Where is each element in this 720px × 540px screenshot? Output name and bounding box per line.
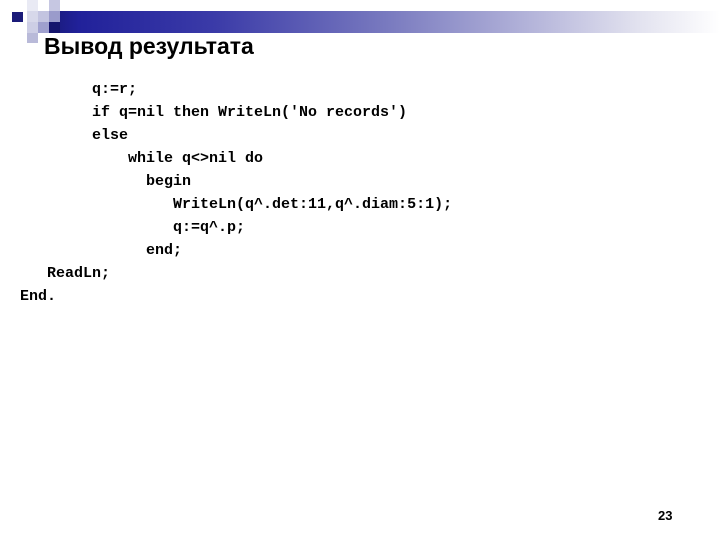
page-title: Вывод результата <box>44 33 254 59</box>
deco-square-9 <box>27 33 38 43</box>
deco-square-8 <box>38 22 49 33</box>
code-line: WriteLn(q^.det:11,q^.diam:5:1); <box>20 196 453 213</box>
deco-square-4 <box>27 11 38 22</box>
deco-square-1 <box>27 0 38 11</box>
deco-square-navy-main <box>11 11 24 23</box>
page-number: 23 <box>658 508 673 523</box>
deco-square-6 <box>49 11 60 22</box>
code-line: begin <box>20 173 192 190</box>
deco-square-3 <box>49 0 60 11</box>
code-line: if q=nil then WriteLn('No records') <box>20 104 408 121</box>
code-line: q:=q^.p; <box>20 219 246 236</box>
code-line: while q<>nil do <box>20 150 264 167</box>
deco-square-white-corner <box>0 0 11 11</box>
deco-square-7 <box>27 22 38 33</box>
deco-square-2 <box>38 0 49 11</box>
code-listing: q:=r; if q=nil then WriteLn('No records'… <box>20 78 452 308</box>
deco-square-11 <box>16 33 27 43</box>
gradient-bar <box>38 11 720 33</box>
code-line: end; <box>20 242 183 259</box>
code-line: End. <box>20 288 57 305</box>
deco-square-5 <box>38 11 49 22</box>
code-line: q:=r; <box>20 81 138 98</box>
code-line: else <box>20 127 129 144</box>
code-line: ReadLn; <box>20 265 111 282</box>
deco-square-navy-2 <box>49 22 60 33</box>
slide-canvas: Вывод результата q:=r; if q=nil then Wri… <box>0 0 720 540</box>
